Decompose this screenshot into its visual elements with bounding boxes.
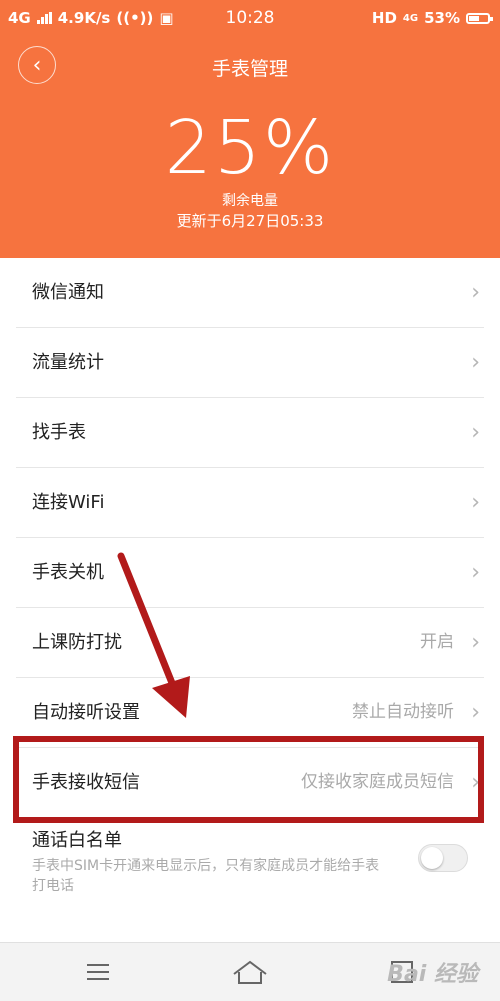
annotation-arrow-shaft — [117, 552, 180, 697]
watermark-logo: Bai 经验 — [387, 962, 478, 987]
annotation-arrow-head — [152, 676, 190, 718]
annotation-highlight-box — [13, 736, 484, 823]
menu-icon[interactable] — [78, 957, 118, 987]
annotation-arrow — [117, 552, 190, 718]
home-icon[interactable] — [230, 957, 270, 987]
system-nav-bar: Bai 经验 — [0, 942, 500, 1001]
